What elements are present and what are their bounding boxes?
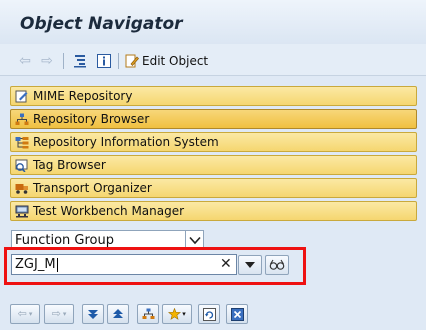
arrow-left-icon[interactable]: ⇦	[18, 53, 32, 69]
info-system-icon	[14, 135, 30, 149]
object-type-value: Function Group	[15, 232, 115, 248]
main-content: MIME Repository Repository Browser Repos…	[0, 77, 426, 330]
info-icon[interactable]	[96, 53, 112, 69]
clear-icon[interactable]: ✕	[220, 256, 232, 272]
title-bar: Object Navigator	[0, 0, 426, 44]
mime-repository-icon	[14, 89, 30, 103]
edit-object-button[interactable]: Edit Object	[142, 53, 208, 69]
nav-item-repository-browser[interactable]: Repository Browser	[10, 109, 417, 129]
text-caret	[56, 257, 58, 272]
nav-item-transport-organizer[interactable]: Transport Organizer	[10, 178, 417, 198]
object-name-input[interactable]: ZGJ_M	[11, 254, 237, 275]
hierarchy-display-icon[interactable]	[137, 304, 159, 324]
dropdown-button[interactable]	[238, 255, 262, 275]
nav-item-mime-repository[interactable]: MIME Repository	[10, 86, 417, 106]
nav-item-label: Transport Organizer	[33, 181, 152, 195]
nav-item-label: Repository Information System	[33, 135, 219, 149]
nav-item-label: MIME Repository	[33, 89, 133, 103]
expand-down-icon[interactable]	[82, 304, 104, 324]
glasses-icon[interactable]	[265, 255, 289, 275]
toolbar-separator	[63, 53, 64, 69]
refresh-icon[interactable]	[198, 304, 220, 324]
arrow-right-icon[interactable]: ⇨	[40, 53, 54, 69]
page-title: Object Navigator	[20, 14, 183, 34]
tag-browser-icon	[14, 158, 30, 172]
nav-item-label: Tag Browser	[33, 158, 106, 172]
toolbar: ⇦ ⇨ Edit Object	[0, 44, 426, 76]
nav-item-label: Repository Browser	[33, 112, 150, 126]
close-icon[interactable]	[226, 304, 248, 324]
back-icon[interactable]: ⇦ ▾	[10, 304, 40, 324]
nav-item-test-workbench-manager[interactable]: Test Workbench Manager	[10, 201, 417, 221]
test-workbench-icon	[14, 204, 30, 218]
collapse-up-icon[interactable]	[107, 304, 129, 324]
toolbar-separator	[118, 53, 119, 69]
nav-item-repository-info-system[interactable]: Repository Information System	[10, 132, 417, 152]
edit-object-icon[interactable]	[124, 53, 140, 69]
nav-item-tag-browser[interactable]: Tag Browser	[10, 155, 417, 175]
transport-organizer-icon	[14, 181, 30, 195]
nav-item-label: Test Workbench Manager	[33, 204, 185, 218]
object-name-value: ZGJ_M	[15, 257, 56, 272]
hierarchy-icon[interactable]	[72, 53, 88, 69]
favorites-star-icon[interactable]: ▾	[162, 304, 192, 324]
repository-browser-icon	[14, 112, 30, 126]
forward-icon[interactable]: ⇨ ▾	[44, 304, 74, 324]
